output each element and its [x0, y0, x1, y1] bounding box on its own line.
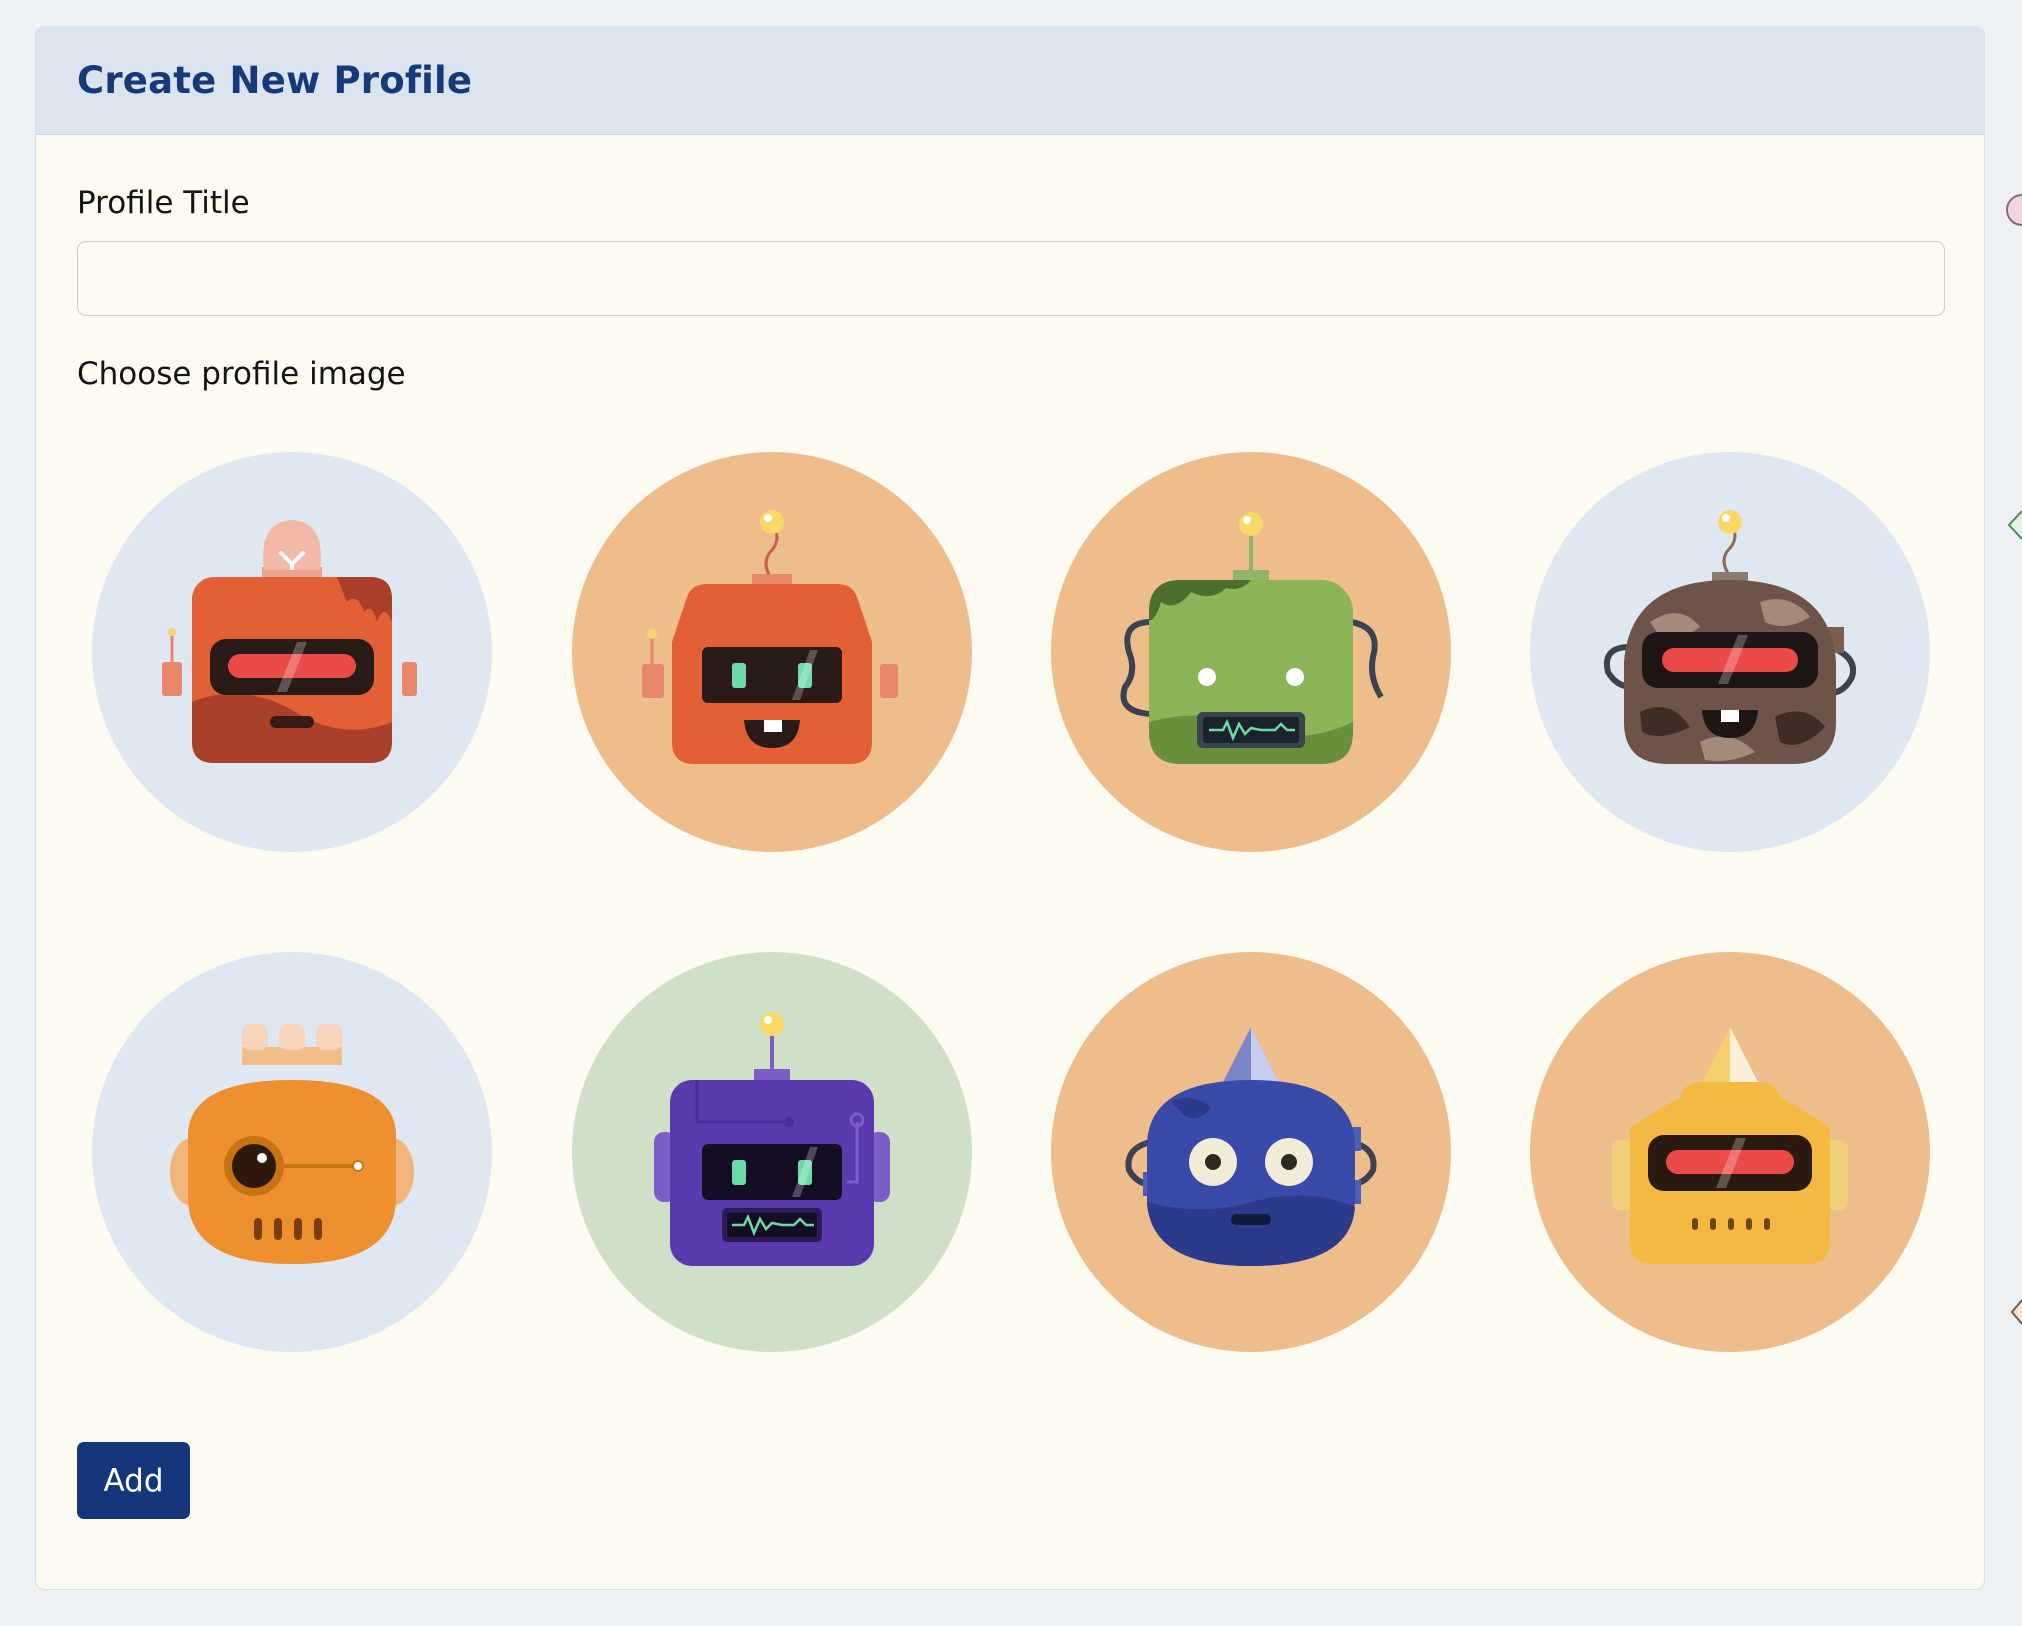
edge-arrow-decoration: [2007, 510, 2022, 540]
edge-circle-decoration: [2006, 194, 2022, 226]
robot-8-icon: [1530, 952, 1930, 1352]
create-profile-card: Create New Profile Profile Title Choose …: [35, 26, 1985, 1590]
profile-title-label: Profile Title: [77, 185, 250, 221]
avatar-option-robot-4[interactable]: [1530, 452, 1930, 852]
avatar-option-robot-7[interactable]: [1051, 952, 1451, 1352]
robot-1-icon: [92, 452, 492, 852]
avatar-option-robot-6[interactable]: [572, 952, 972, 1352]
avatar-option-robot-2[interactable]: [572, 452, 972, 852]
robot-2-icon: [572, 452, 972, 852]
card-header: Create New Profile: [36, 27, 1984, 135]
robot-4-icon: [1530, 452, 1930, 852]
robot-6-icon: [572, 952, 972, 1352]
profile-title-input[interactable]: [77, 241, 1945, 316]
avatar-option-robot-5[interactable]: [92, 952, 492, 1352]
edge-arrow-decoration-2: [2010, 1299, 2022, 1325]
avatar-option-robot-3[interactable]: [1051, 452, 1451, 852]
robot-7-icon: [1051, 952, 1451, 1352]
avatar-option-robot-8[interactable]: [1530, 952, 1930, 1352]
robot-5-icon: [92, 952, 492, 1352]
page-title: Create New Profile: [77, 59, 473, 102]
add-button[interactable]: Add: [77, 1442, 190, 1519]
avatar-option-robot-1[interactable]: [92, 452, 492, 852]
avatar-grid: [92, 452, 1930, 1352]
choose-image-label: Choose profile image: [77, 356, 406, 392]
robot-3-icon: [1051, 452, 1451, 852]
